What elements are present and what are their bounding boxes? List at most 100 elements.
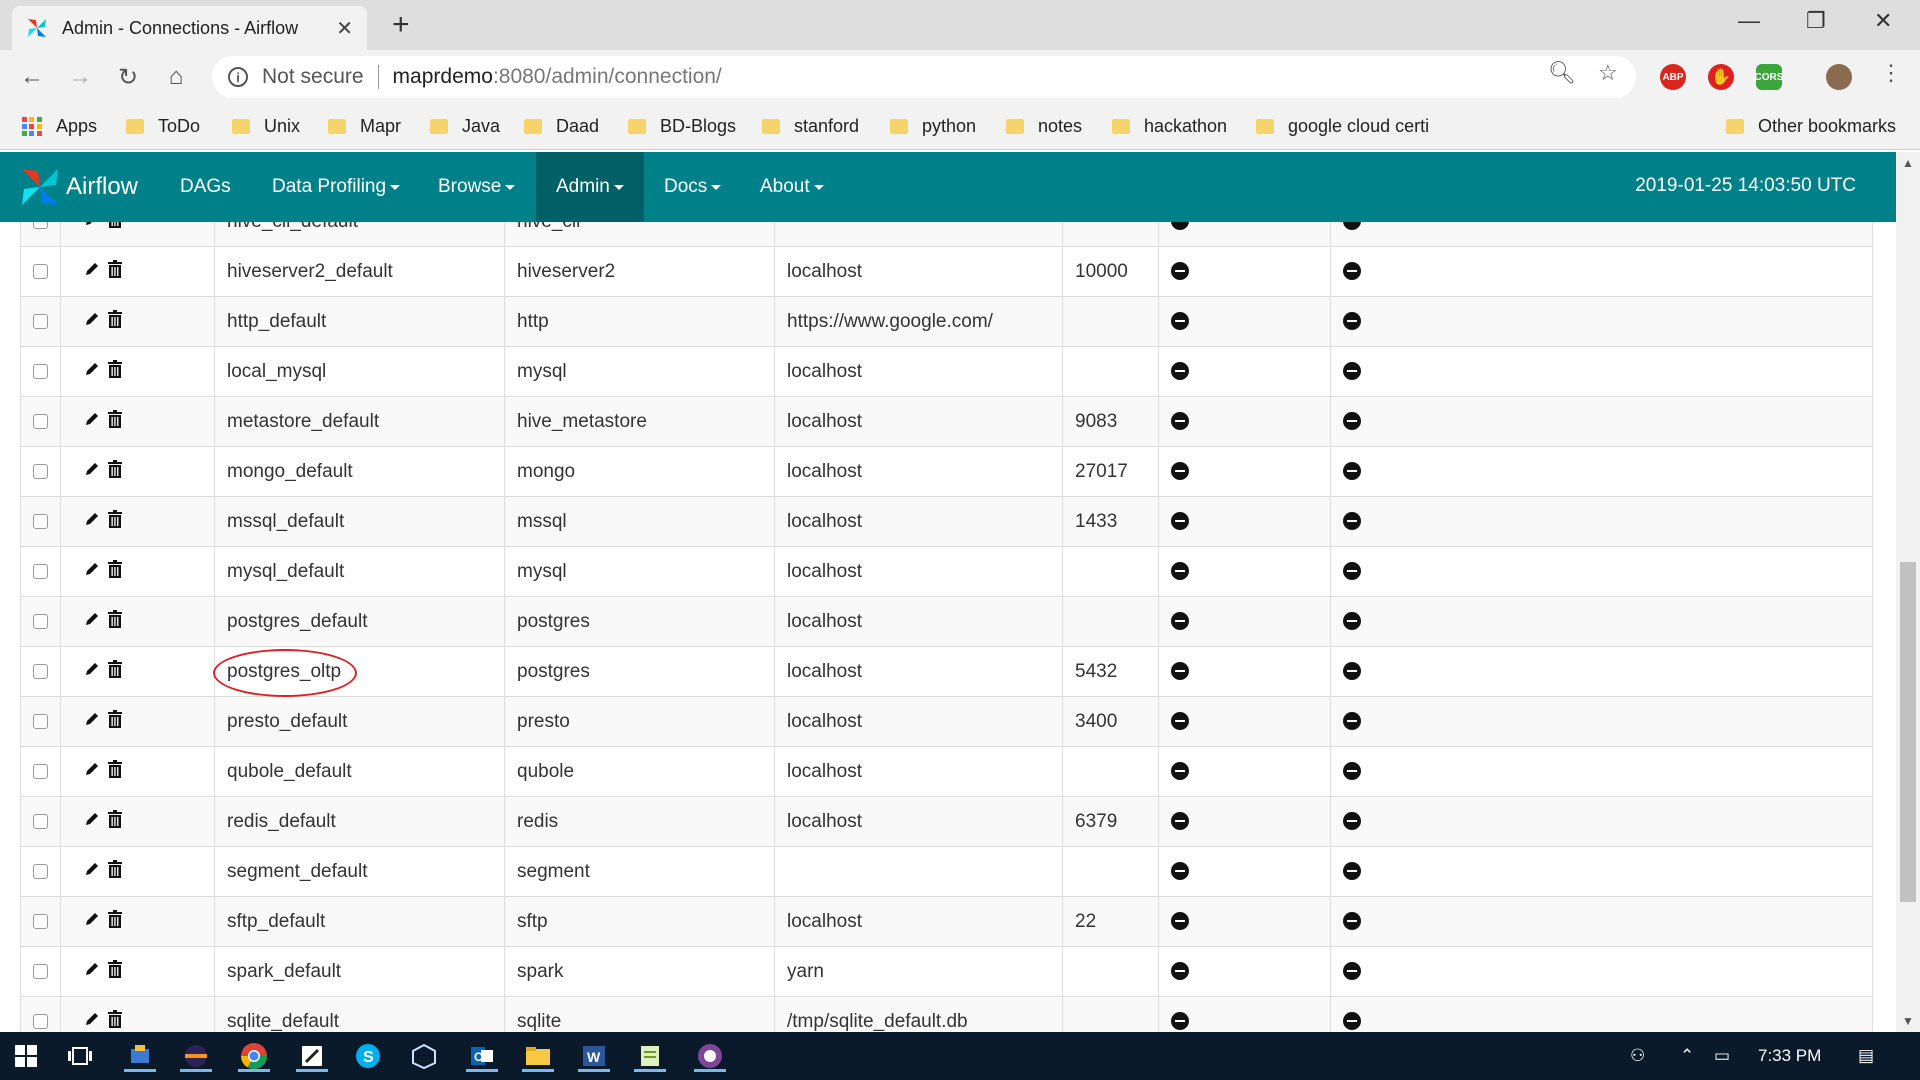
scroll-up-icon[interactable]: ▲ — [1902, 156, 1914, 170]
delete-trash-icon[interactable] — [107, 1009, 123, 1033]
conn-id[interactable]: redis_default — [227, 811, 336, 832]
profile-avatar[interactable] — [1826, 64, 1852, 90]
conn-id[interactable]: presto_default — [227, 711, 347, 732]
delete-trash-icon[interactable] — [107, 259, 123, 284]
edit-pencil-icon[interactable] — [83, 222, 101, 234]
bookmark-folder[interactable]: Mapr — [328, 116, 401, 137]
file-explorer-icon[interactable] — [522, 1040, 554, 1072]
row-checkbox[interactable] — [33, 263, 48, 279]
bookmark-folder[interactable]: Daad — [524, 116, 599, 137]
delete-trash-icon[interactable] — [107, 409, 123, 434]
network-app-icon[interactable] — [124, 1040, 156, 1072]
edit-pencil-icon[interactable] — [83, 660, 101, 684]
new-tab-button[interactable]: + — [392, 8, 410, 42]
conn-id[interactable]: http_default — [227, 311, 326, 332]
row-checkbox[interactable] — [33, 313, 48, 329]
conn-id[interactable]: postgres_oltp — [213, 648, 357, 697]
nav-browse[interactable]: Browse — [418, 152, 535, 222]
nav-dags[interactable]: DAGs — [160, 152, 251, 222]
conn-id[interactable]: mysql_default — [227, 561, 344, 582]
row-checkbox[interactable] — [33, 713, 48, 729]
edit-pencil-icon[interactable] — [83, 810, 101, 834]
menu-kebab-icon[interactable]: ⋮ — [1880, 60, 1902, 86]
conn-id[interactable]: spark_default — [227, 961, 341, 982]
bookmark-folder[interactable]: ToDo — [126, 116, 200, 137]
scroll-down-icon[interactable]: ▼ — [1902, 1014, 1914, 1028]
conn-id[interactable]: mssql_default — [227, 511, 344, 532]
bookmark-folder[interactable]: stanford — [762, 116, 859, 137]
edit-pencil-icon[interactable] — [83, 310, 101, 334]
row-checkbox[interactable] — [33, 563, 48, 579]
edit-pencil-icon[interactable] — [83, 760, 101, 784]
conn-id[interactable]: hive_cli_default — [227, 222, 358, 232]
delete-trash-icon[interactable] — [107, 309, 123, 334]
edit-pencil-icon[interactable] — [83, 610, 101, 634]
conn-id[interactable]: mongo_default — [227, 461, 353, 482]
bookmark-folder[interactable]: hackathon — [1112, 116, 1227, 137]
edit-pencil-icon[interactable] — [83, 510, 101, 534]
row-checkbox[interactable] — [33, 663, 48, 679]
conn-id[interactable]: sqlite_default — [227, 1011, 339, 1032]
minimize-window-icon[interactable]: — — [1738, 8, 1760, 34]
word-icon[interactable]: W — [578, 1040, 610, 1072]
delete-trash-icon[interactable] — [107, 459, 123, 484]
bookmark-folder[interactable]: python — [890, 116, 976, 137]
tray-overflow-icon[interactable]: ⌃ — [1680, 1046, 1694, 1066]
edit-pencil-icon[interactable] — [83, 410, 101, 434]
bookmark-folder[interactable]: google cloud certi — [1256, 116, 1429, 137]
close-window-icon[interactable]: ✕ — [1874, 8, 1892, 34]
delete-trash-icon[interactable] — [107, 222, 123, 234]
restore-window-icon[interactable]: ❐ — [1806, 8, 1826, 34]
edit-pencil-icon[interactable] — [83, 360, 101, 384]
bookmark-folder[interactable]: notes — [1006, 116, 1082, 137]
page-scrollbar[interactable]: ▲ ▼ — [1896, 152, 1920, 1032]
delete-trash-icon[interactable] — [107, 709, 123, 734]
tor-icon[interactable] — [694, 1040, 726, 1072]
chrome-icon[interactable] — [238, 1040, 270, 1072]
snipping-tool-icon[interactable] — [296, 1040, 328, 1072]
info-icon[interactable]: i — [228, 67, 248, 87]
row-checkbox[interactable] — [33, 222, 48, 229]
taskbar-clock[interactable]: 7:33 PM — [1758, 1046, 1821, 1066]
row-checkbox[interactable] — [33, 513, 48, 529]
battery-icon[interactable]: ▭ — [1714, 1046, 1730, 1066]
delete-trash-icon[interactable] — [107, 809, 123, 834]
address-bar[interactable]: i Not secure maprdemo:8080/admin/connect… — [212, 56, 1636, 98]
conn-id[interactable]: postgres_default — [227, 611, 368, 632]
row-checkbox[interactable] — [33, 763, 48, 779]
edit-pencil-icon[interactable] — [83, 560, 101, 584]
browser-tab[interactable]: Admin - Connections - Airflow ✕ — [12, 6, 367, 50]
windows-start-icon[interactable] — [10, 1040, 42, 1072]
row-checkbox[interactable] — [33, 913, 48, 929]
edit-pencil-icon[interactable] — [83, 910, 101, 934]
delete-trash-icon[interactable] — [107, 509, 123, 534]
bookmark-apps[interactable]: Apps — [22, 116, 97, 137]
edit-pencil-icon[interactable] — [83, 960, 101, 984]
nav-about[interactable]: About — [740, 152, 844, 222]
delete-trash-icon[interactable] — [107, 909, 123, 934]
airflow-home-link[interactable]: Airflow — [20, 165, 138, 209]
delete-trash-icon[interactable] — [107, 859, 123, 884]
outlook-icon[interactable]: O — [466, 1040, 498, 1072]
conn-id[interactable]: qubole_default — [227, 761, 352, 782]
row-checkbox[interactable] — [33, 413, 48, 429]
ublock-extension-icon[interactable]: ✋ — [1708, 64, 1734, 90]
delete-trash-icon[interactable] — [107, 659, 123, 684]
bookmark-folder[interactable]: Java — [430, 116, 500, 137]
edit-pencil-icon[interactable] — [83, 260, 101, 284]
edit-pencil-icon[interactable] — [83, 460, 101, 484]
virtualbox-icon[interactable] — [408, 1040, 440, 1072]
zoom-icon[interactable]: 🔍︎ — [1548, 60, 1576, 86]
other-bookmarks[interactable]: Other bookmarks — [1726, 116, 1896, 137]
action-center-icon[interactable]: ▤ — [1858, 1046, 1874, 1066]
scrollbar-thumb[interactable] — [1900, 562, 1916, 902]
conn-id[interactable]: hiveserver2_default — [227, 261, 393, 282]
conn-id[interactable]: sftp_default — [227, 911, 325, 932]
row-checkbox[interactable] — [33, 863, 48, 879]
bookmark-folder[interactable]: Unix — [232, 116, 300, 137]
home-icon[interactable]: ⌂ — [160, 61, 192, 93]
task-view-icon[interactable] — [64, 1040, 96, 1072]
row-checkbox[interactable] — [33, 1013, 48, 1029]
nav-docs[interactable]: Docs — [644, 152, 741, 222]
nav-data-profiling[interactable]: Data Profiling — [252, 152, 420, 222]
